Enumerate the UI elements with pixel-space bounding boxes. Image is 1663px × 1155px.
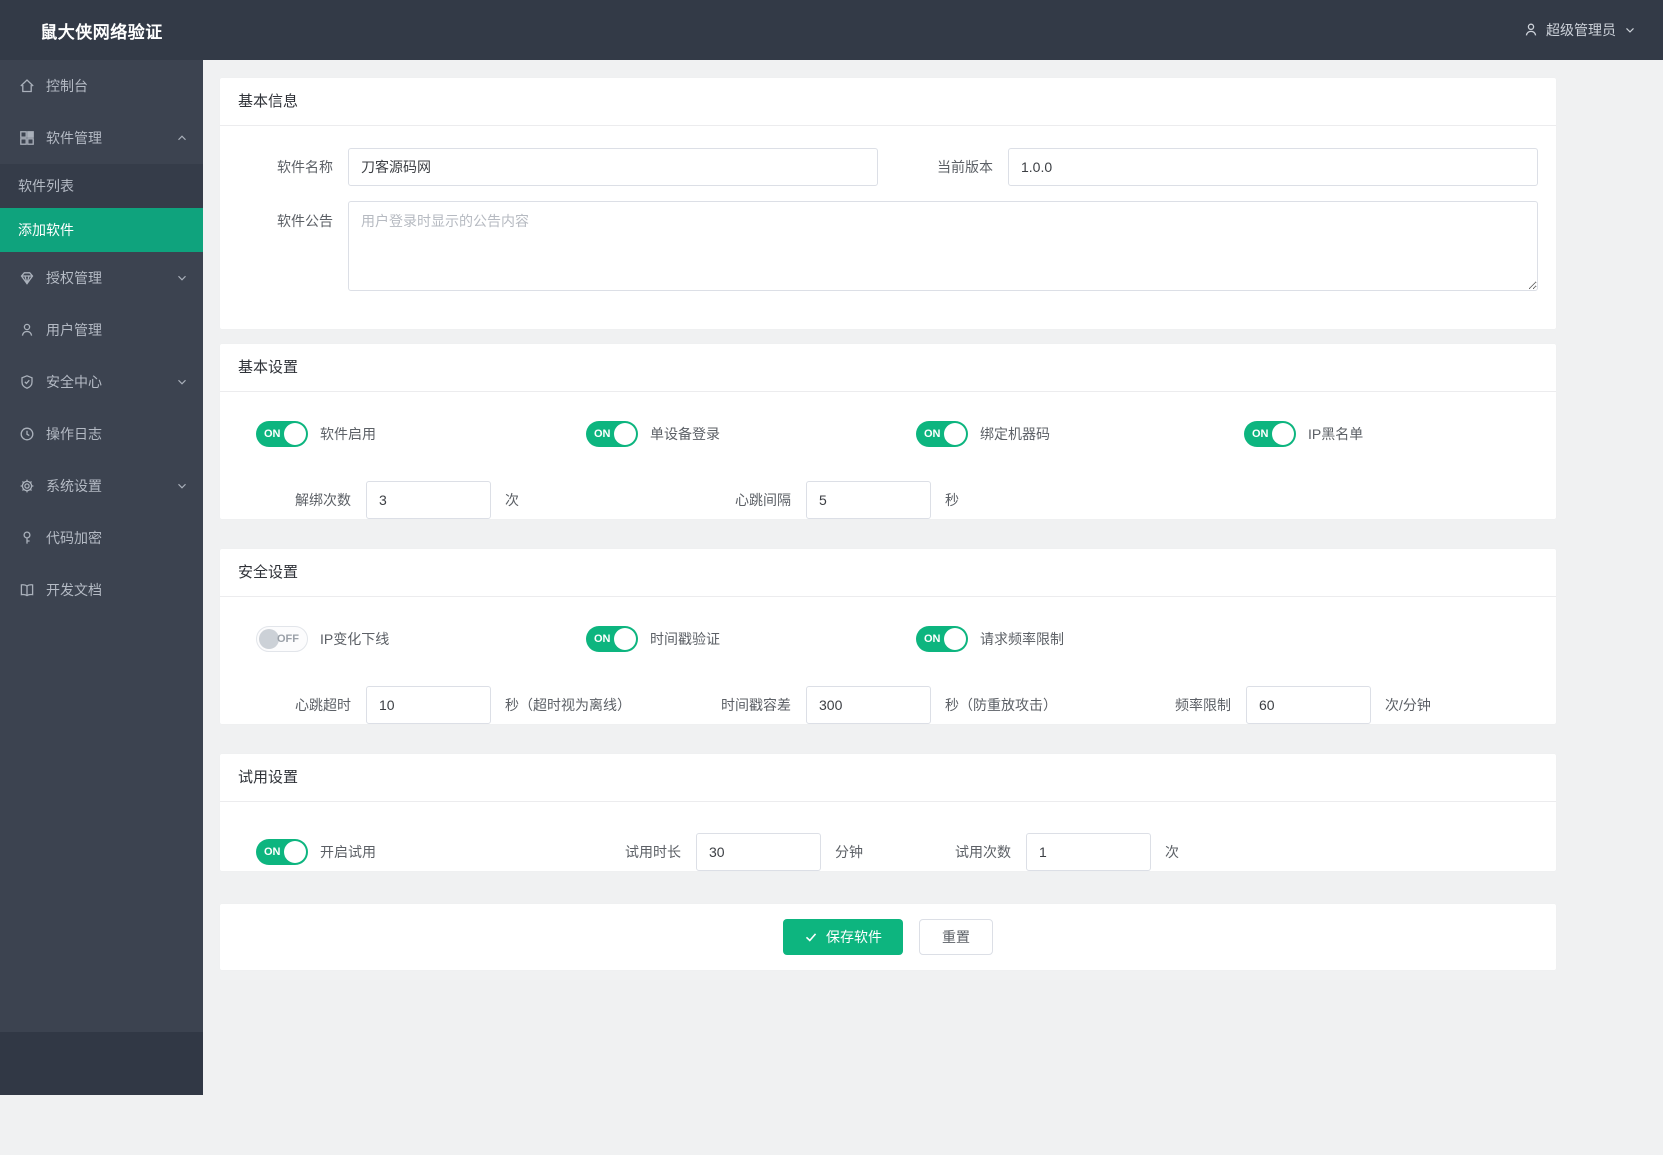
section-title-trial-settings: 试用设置 bbox=[220, 754, 1556, 802]
chevron-down-icon bbox=[175, 271, 189, 285]
chevron-up-icon bbox=[175, 131, 189, 145]
rate-limit-field: 频率限制 次/分钟 bbox=[1136, 686, 1431, 724]
users-icon bbox=[19, 322, 35, 338]
notice-textarea[interactable] bbox=[348, 201, 1538, 291]
timestamp-tolerance-field: 时间戳容差 秒（防重放攻击） bbox=[696, 686, 1057, 724]
trial-settings-row: ON 开启试用 试用时长 分钟 试用次数 次 bbox=[238, 833, 1538, 871]
unbind-count-field: 解绑次数 次 bbox=[256, 481, 519, 519]
basic-settings-card: 基本设置 ON 软件启用 ON 单设备登录 ON 绑定机器码 ON IP黑名单 bbox=[220, 344, 1556, 519]
toggle-switch[interactable]: ON bbox=[916, 626, 968, 652]
chevron-down-icon bbox=[1623, 23, 1637, 37]
user-name: 超级管理员 bbox=[1546, 20, 1616, 40]
security-settings-card: 安全设置 OFF IP变化下线 ON 时间戳验证 ON 请求频率限制 心跳超时 bbox=[220, 549, 1556, 724]
software-name-label: 软件名称 bbox=[238, 157, 333, 177]
toggle-switch[interactable]: OFF bbox=[256, 626, 308, 652]
heartbeat-timeout-input[interactable] bbox=[366, 686, 491, 724]
basic-settings-toggle-row: ON 软件启用 ON 单设备登录 ON 绑定机器码 ON IP黑名单 bbox=[238, 421, 1538, 447]
sidebar-item-label: 软件管理 bbox=[46, 128, 102, 148]
security-settings-toggle-row: OFF IP变化下线 ON 时间戳验证 ON 请求频率限制 bbox=[238, 626, 1538, 652]
user-menu[interactable]: 超级管理员 bbox=[1523, 20, 1663, 40]
sidebar-item-label: 控制台 bbox=[46, 76, 88, 96]
basic-info-card: 基本信息 软件名称 当前版本 软件公告 bbox=[220, 78, 1556, 329]
home-icon bbox=[19, 78, 35, 94]
sidebar-item-label: 系统设置 bbox=[46, 476, 102, 496]
section-title-security-settings: 安全设置 bbox=[220, 549, 1556, 597]
sidebar-item-operation-log[interactable]: 操作日志 bbox=[0, 408, 203, 460]
notice-label: 软件公告 bbox=[238, 211, 333, 231]
sidebar-footer bbox=[0, 1032, 203, 1095]
trial-duration-input[interactable] bbox=[696, 833, 821, 871]
sidebar-item-label: 授权管理 bbox=[46, 268, 102, 288]
toggle-timestamp-verification[interactable]: ON 时间戳验证 bbox=[586, 626, 720, 652]
key-icon bbox=[19, 530, 35, 546]
save-software-button[interactable]: 保存软件 bbox=[783, 919, 903, 955]
sidebar-item-label: 安全中心 bbox=[46, 372, 102, 392]
sidebar-item-label: 代码加密 bbox=[46, 528, 102, 548]
toggle-ip-blacklist[interactable]: ON IP黑名单 bbox=[1244, 421, 1363, 447]
sidebar-item-code-encryption[interactable]: 代码加密 bbox=[0, 512, 203, 564]
sidebar-item-dev-docs[interactable]: 开发文档 bbox=[0, 564, 203, 616]
heartbeat-interval-field: 心跳间隔 秒 bbox=[696, 481, 959, 519]
trial-duration-field: 试用时长 分钟 bbox=[586, 833, 863, 871]
trial-count-input[interactable] bbox=[1026, 833, 1151, 871]
section-title-basic-settings: 基本设置 bbox=[220, 344, 1556, 392]
app-title: 鼠大侠网络验证 bbox=[0, 18, 203, 43]
sidebar-item-label: 添加软件 bbox=[18, 220, 74, 240]
sidebar: 控制台 软件管理 软件列表 添加软件 授权管理 用户管理 安全中心 bbox=[0, 60, 203, 1095]
toggle-bind-machine-code[interactable]: ON 绑定机器码 bbox=[916, 421, 1050, 447]
version-input[interactable] bbox=[1008, 148, 1538, 186]
toggle-switch[interactable]: ON bbox=[586, 421, 638, 447]
sidebar-item-label: 软件列表 bbox=[18, 176, 74, 196]
sidebar-item-user-management[interactable]: 用户管理 bbox=[0, 304, 203, 356]
toggle-switch[interactable]: ON bbox=[1244, 421, 1296, 447]
chevron-down-icon bbox=[175, 479, 189, 493]
toggle-rate-limit[interactable]: ON 请求频率限制 bbox=[916, 626, 1064, 652]
heartbeat-timeout-field: 心跳超时 秒（超时视为离线） bbox=[256, 686, 631, 724]
apps-grid-icon bbox=[19, 130, 35, 146]
version-label: 当前版本 bbox=[878, 157, 993, 177]
chevron-down-icon bbox=[175, 375, 189, 389]
gear-icon bbox=[19, 478, 35, 494]
toggle-software-enabled[interactable]: ON 软件启用 bbox=[256, 421, 376, 447]
timestamp-tolerance-input[interactable] bbox=[806, 686, 931, 724]
sidebar-item-system-settings[interactable]: 系统设置 bbox=[0, 460, 203, 512]
sidebar-item-license-management[interactable]: 授权管理 bbox=[0, 252, 203, 304]
shield-check-icon bbox=[19, 374, 35, 390]
sidebar-nav: 控制台 软件管理 软件列表 添加软件 授权管理 用户管理 安全中心 bbox=[0, 60, 203, 1032]
actions-card: 保存软件 重置 bbox=[220, 904, 1556, 970]
security-settings-field-row: 心跳超时 秒（超时视为离线） 时间戳容差 秒（防重放攻击） 频率限制 次/分钟 bbox=[238, 686, 1538, 724]
toggle-trial-enabled[interactable]: ON 开启试用 bbox=[256, 839, 376, 865]
toggle-switch[interactable]: ON bbox=[586, 626, 638, 652]
sidebar-item-console[interactable]: 控制台 bbox=[0, 60, 203, 112]
sidebar-item-label: 开发文档 bbox=[46, 580, 102, 600]
check-icon bbox=[804, 930, 818, 944]
section-title-basic-info: 基本信息 bbox=[220, 78, 1556, 126]
toggle-switch[interactable]: ON bbox=[256, 421, 308, 447]
toggle-single-device-login[interactable]: ON 单设备登录 bbox=[586, 421, 720, 447]
sidebar-item-label: 用户管理 bbox=[46, 320, 102, 340]
trial-settings-card: 试用设置 ON 开启试用 试用时长 分钟 试用次数 次 bbox=[220, 754, 1556, 871]
top-bar: 鼠大侠网络验证 超级管理员 bbox=[0, 0, 1663, 60]
heartbeat-interval-input[interactable] bbox=[806, 481, 931, 519]
book-icon bbox=[19, 582, 35, 598]
user-icon bbox=[1523, 22, 1539, 38]
gem-icon bbox=[19, 270, 35, 286]
toggle-ip-change-offline[interactable]: OFF IP变化下线 bbox=[256, 626, 389, 652]
toggle-switch[interactable]: ON bbox=[256, 839, 308, 865]
software-management-submenu: 软件列表 添加软件 bbox=[0, 164, 203, 252]
reset-button[interactable]: 重置 bbox=[919, 919, 993, 955]
sidebar-item-software-list[interactable]: 软件列表 bbox=[0, 164, 203, 208]
toggle-switch[interactable]: ON bbox=[916, 421, 968, 447]
trial-count-field: 试用次数 次 bbox=[916, 833, 1179, 871]
main-content: 基本信息 软件名称 当前版本 软件公告 基本设置 ON 软件启用 bbox=[203, 60, 1663, 1095]
unbind-count-input[interactable] bbox=[366, 481, 491, 519]
basic-settings-field-row: 解绑次数 次 心跳间隔 秒 bbox=[238, 481, 1538, 519]
clock-icon bbox=[19, 426, 35, 442]
sidebar-item-security-center[interactable]: 安全中心 bbox=[0, 356, 203, 408]
rate-limit-input[interactable] bbox=[1246, 686, 1371, 724]
sidebar-item-label: 操作日志 bbox=[46, 424, 102, 444]
sidebar-item-add-software[interactable]: 添加软件 bbox=[0, 208, 203, 252]
sidebar-item-software-management[interactable]: 软件管理 bbox=[0, 112, 203, 164]
software-name-input[interactable] bbox=[348, 148, 878, 186]
